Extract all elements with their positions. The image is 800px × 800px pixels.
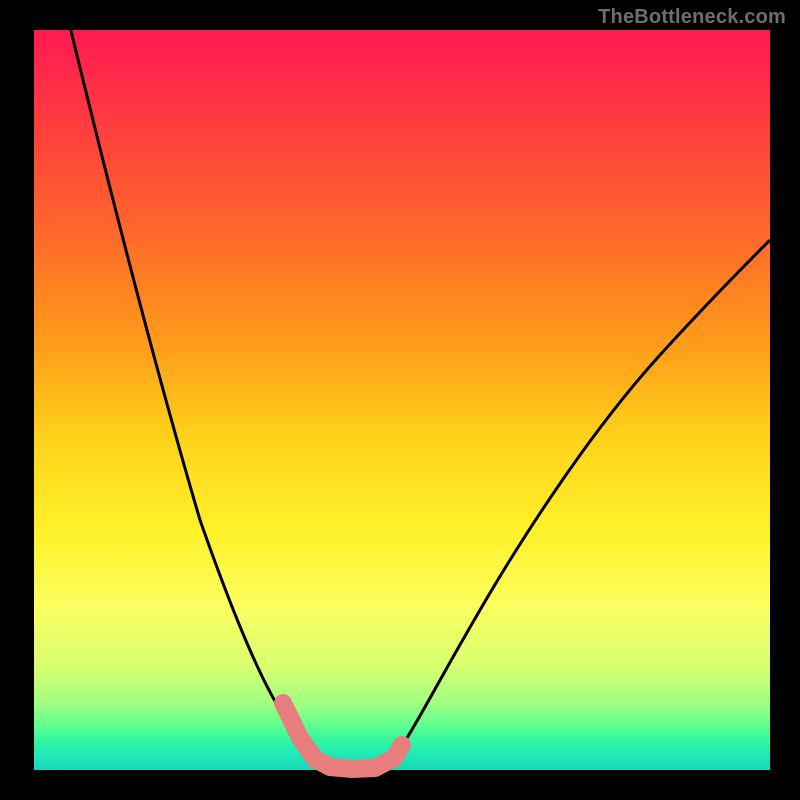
watermark-label: TheBottleneck.com (598, 6, 786, 29)
bottleneck-chart (0, 0, 800, 800)
chart-container: TheBottleneck.com (0, 0, 800, 800)
plot-area (34, 30, 770, 770)
